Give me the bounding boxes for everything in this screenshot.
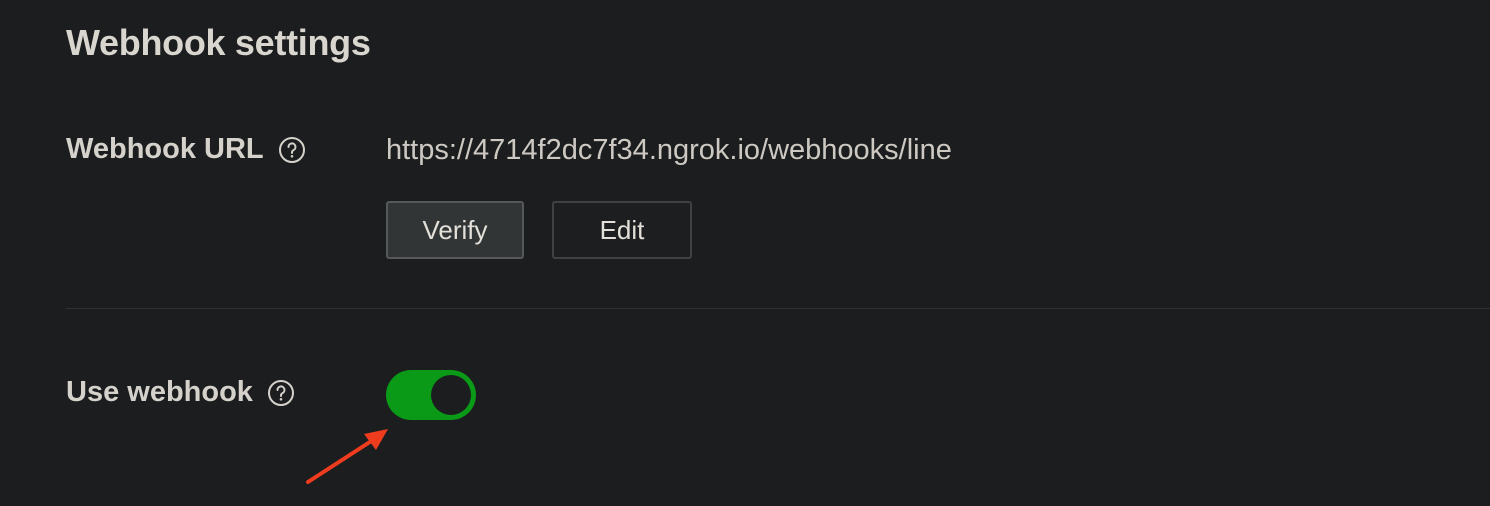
annotation-arrow-icon [306,429,388,484]
verify-button[interactable]: Verify [386,201,524,259]
use-webhook-row-label: Use webhook [66,376,295,409]
webhook-url-value: https://4714f2dc7f34.ngrok.io/webhooks/l… [386,134,952,166]
edit-button[interactable]: Edit [552,201,692,259]
help-question-icon[interactable] [278,136,306,164]
webhook-url-label: Webhook URL [66,133,264,165]
use-webhook-toggle[interactable] [386,370,476,420]
section-divider [66,308,1490,309]
webhook-url-row-label: Webhook URL [66,133,306,166]
toggle-knob [431,375,471,415]
use-webhook-label: Use webhook [66,376,253,408]
help-question-icon[interactable] [267,379,295,407]
section-title: Webhook settings [66,22,371,63]
